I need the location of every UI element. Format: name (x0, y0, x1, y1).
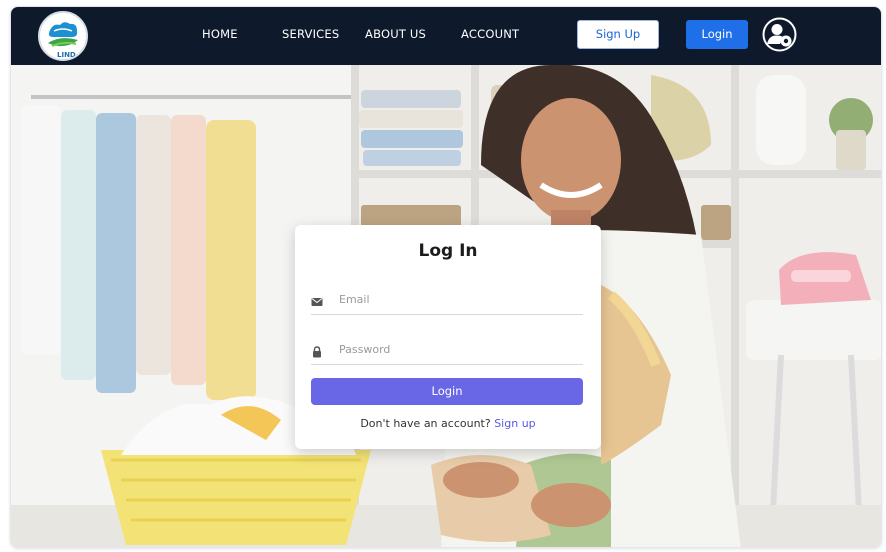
password-input[interactable] (339, 337, 579, 361)
email-field[interactable] (311, 285, 583, 315)
signup-prompt-line: Don't have an account? Sign up (295, 417, 601, 430)
browser-frame: LIND HOME SERVICES ABOUT US ACCOUNT Sign… (10, 6, 882, 548)
login-submit-button[interactable]: Login (311, 378, 583, 405)
nav-about-us[interactable]: ABOUT US (365, 27, 426, 41)
nav-home[interactable]: HOME (202, 27, 238, 41)
signup-link[interactable]: Sign up (494, 417, 535, 430)
nav-account[interactable]: ACCOUNT (461, 27, 519, 41)
password-field[interactable] (311, 335, 583, 365)
logo-graphic-icon: LIND (41, 14, 85, 59)
signup-prompt-text: Don't have an account? (360, 417, 491, 430)
nav-services[interactable]: SERVICES (282, 27, 339, 41)
email-input[interactable] (339, 287, 579, 311)
login-button[interactable]: Login (686, 20, 748, 49)
signup-button[interactable]: Sign Up (577, 20, 659, 49)
login-title: Log In (418, 241, 478, 261)
svg-text:LIND: LIND (57, 51, 76, 59)
user-settings-icon[interactable] (762, 17, 797, 52)
brand-logo[interactable]: LIND (38, 11, 88, 61)
envelope-icon (311, 293, 323, 306)
lock-icon (311, 343, 323, 358)
navbar: LIND HOME SERVICES ABOUT US ACCOUNT Sign… (11, 7, 881, 65)
login-card: Log In Login Don't have an account? (295, 225, 601, 449)
